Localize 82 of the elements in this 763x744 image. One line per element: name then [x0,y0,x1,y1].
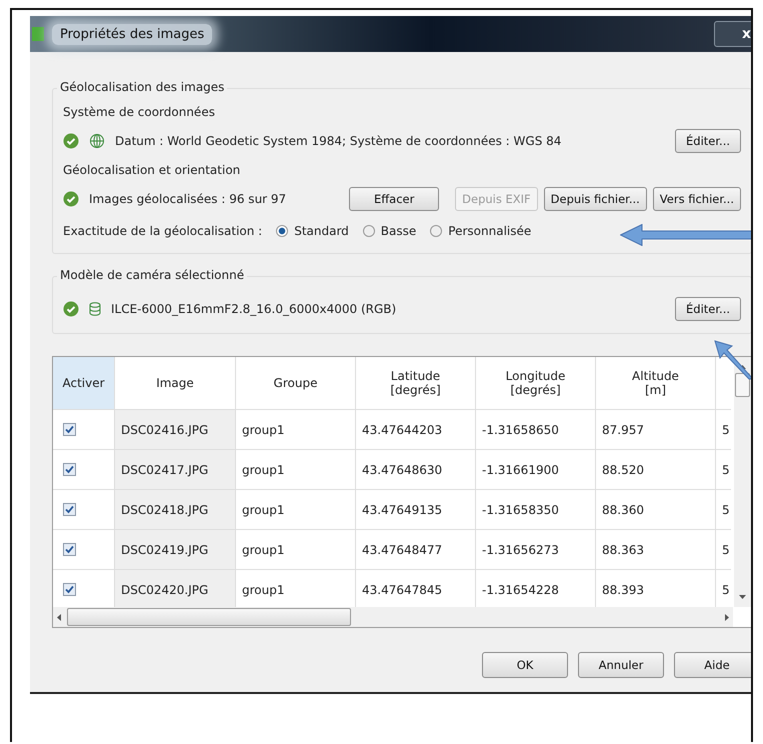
action-button[interactable]: Effacer [349,187,440,211]
status-text: Images géolocalisées : 96 sur 97 [89,192,288,206]
radio-option[interactable]: Basse [362,224,416,238]
table-cell: 87.957 [602,422,644,436]
group-title: Géolocalisation des images [57,80,228,94]
table-cell: group1 [242,422,284,436]
action-button[interactable]: Vers fichier... [652,187,741,211]
table-cell: -1.31661900 [482,462,559,476]
table-cell: DSC02417.JPG [121,462,208,476]
table-cell: 43.47644203 [362,422,442,436]
table-cell: -1.31658650 [482,422,559,436]
radio-button[interactable] [430,225,442,237]
table-cell: 88.360 [602,502,644,516]
table-cell: -1.31658350 [482,502,559,516]
camera-model-text: ILCE-6000_E16mmF2.8_16.0_6000x4000 (RGB) [111,302,398,316]
table-cell: 5 [722,582,730,596]
app-icon [32,26,44,42]
table-cell: 5 [722,422,730,436]
scroll-thumb[interactable] [67,608,351,626]
scroll-right-icon [725,614,729,620]
table-cell: 5 [722,462,730,476]
table-cell: group1 [242,502,284,516]
table-cell: 5 [722,502,730,516]
column-header[interactable]: Altitude [m] [596,357,716,410]
column-header[interactable]: Activer [53,357,115,410]
table-cell: group1 [242,542,284,556]
table-cell: group1 [242,582,284,596]
table-cell: DSC02416.JPG [121,422,208,436]
accuracy-label: Exactitude de la géolocalisation : [63,224,262,238]
horizontal-scrollbar[interactable] [53,607,733,627]
arrow-icon [714,340,751,380]
dialog-button[interactable]: Aide [674,652,751,678]
table-cell: 88.363 [602,542,644,556]
table-cell: -1.31654228 [482,582,559,596]
dialog-button[interactable]: Annuler [578,652,664,678]
checkbox[interactable] [63,583,76,596]
checkbox[interactable] [63,463,76,476]
table-cell: 43.47648477 [362,542,442,556]
checkmark-icon [65,505,74,514]
table-cell: -1.31656273 [482,542,559,556]
checkmark-icon [65,545,74,554]
scroll-thumb[interactable] [735,373,750,397]
column-header[interactable]: Groupe [236,357,356,410]
table-cell: 88.520 [602,462,644,476]
radio-option[interactable]: Personnalisée [430,224,532,238]
table-cell: 43.47648630 [362,462,442,476]
table-cell: DSC02418.JPG [121,502,208,516]
dialog-button[interactable]: OK [482,652,568,678]
table-cell: 5 [722,542,730,556]
datum-text: Datum : World Geodetic System 1984; Système de coordonnées : WGS 84 [115,134,562,148]
checkmark-icon [65,465,74,474]
checkbox[interactable] [63,543,76,556]
column-header[interactable]: Image [115,357,236,410]
globe-icon [89,133,105,149]
table-cell: DSC02420.JPG [121,582,208,596]
checkmark-icon [65,585,74,594]
table-cell: DSC02419.JPG [121,542,208,556]
section-label: Géolocalisation et orientation [63,162,242,179]
action-button[interactable]: Depuis fichier... [544,187,647,211]
radio-button[interactable] [362,225,375,237]
scroll-left-icon [57,614,61,620]
arrow-icon [620,224,751,246]
close-button[interactable]: x [714,21,751,47]
radio-button[interactable] [276,225,288,237]
checkbox[interactable] [63,423,76,436]
column-header[interactable]: Longitude [degrés] [476,357,596,410]
database-icon [89,302,101,316]
table-cell: 43.47647845 [362,582,442,596]
window-title: Propriétés des images [52,24,212,44]
table-cell: 43.47649135 [362,502,442,516]
table-cell: group1 [242,462,284,476]
edit-button[interactable]: Éditer... [675,129,741,153]
column-header[interactable]: Latitude [degrés] [356,357,476,410]
checkbox[interactable] [63,503,76,516]
table-cell: 88.393 [602,582,644,596]
scroll-down-icon [739,595,746,599]
section-label: Système de coordonnées [63,104,216,121]
checkmark-icon [65,425,74,434]
radio-option[interactable]: Standard [276,224,349,238]
group-title: Modèle de caméra sélectionné [57,268,248,282]
edit-button[interactable]: Éditer... [675,297,741,321]
vertical-scrollbar[interactable] [734,357,751,607]
